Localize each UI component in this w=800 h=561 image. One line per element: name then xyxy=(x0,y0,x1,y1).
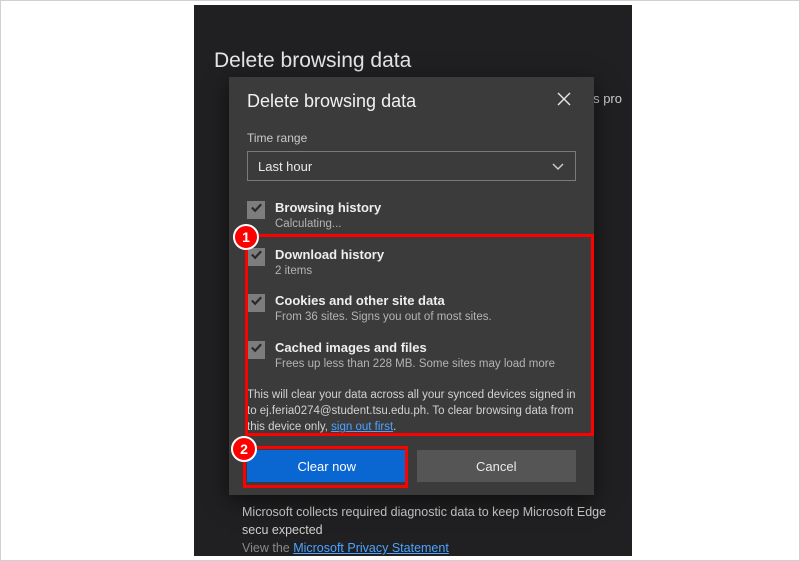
option-title: Cookies and other site data xyxy=(275,293,492,308)
check-icon xyxy=(250,341,263,359)
close-button[interactable] xyxy=(552,89,576,113)
screenshot-frame: Delete browsing data m this pro Microsof… xyxy=(0,0,800,561)
option-desc: Frees up less than 228 MB. Some sites ma… xyxy=(275,357,555,373)
close-icon xyxy=(557,92,571,111)
dialog-title: Delete browsing data xyxy=(247,91,552,112)
checkbox-download-history[interactable] xyxy=(247,248,265,266)
privacy-statement-link[interactable]: Microsoft Privacy Statement xyxy=(293,541,449,555)
option-desc: 2 items xyxy=(275,264,384,280)
time-range-label: Time range xyxy=(247,131,576,145)
option-desc: From 36 sites. Signs you out of most sit… xyxy=(275,310,492,326)
option-cookies: Cookies and other site data From 36 site… xyxy=(247,286,576,333)
sync-warning-prefix: This will clear your data across all you… xyxy=(247,389,576,433)
option-browsing-history: Browsing history Calculating... xyxy=(247,193,576,240)
clear-now-button[interactable]: Clear now xyxy=(247,450,407,482)
sync-warning: This will clear your data across all you… xyxy=(247,387,576,435)
option-title: Download history xyxy=(275,247,384,262)
option-text: Cookies and other site data From 36 site… xyxy=(275,293,492,326)
diagnostic-text: Microsoft collects required diagnostic d… xyxy=(242,504,622,539)
delete-browsing-data-dialog: Delete browsing data Time range Last hou… xyxy=(229,77,594,495)
check-icon xyxy=(250,248,263,266)
cancel-button[interactable]: Cancel xyxy=(417,450,577,482)
option-text: Cached images and files Frees up less th… xyxy=(275,340,555,373)
time-range-value: Last hour xyxy=(258,159,312,174)
checkbox-browsing-history[interactable] xyxy=(247,201,265,219)
option-download-history: Download history 2 items xyxy=(247,240,576,287)
option-text: Browsing history Calculating... xyxy=(275,200,381,233)
data-type-list: Browsing history Calculating... Download… xyxy=(247,193,576,379)
chevron-down-icon xyxy=(551,159,565,173)
option-desc: Calculating... xyxy=(275,217,381,233)
privacy-statement-line: View the Microsoft Privacy Statement xyxy=(242,541,449,555)
time-range-select[interactable]: Last hour xyxy=(247,151,576,181)
privacy-prefix: View the xyxy=(242,541,293,555)
option-text: Download history 2 items xyxy=(275,247,384,280)
option-title: Browsing history xyxy=(275,200,381,215)
check-icon xyxy=(250,294,263,312)
sync-warning-suffix: . xyxy=(393,421,396,433)
sign-out-first-link[interactable]: sign out first xyxy=(331,421,393,433)
check-icon xyxy=(250,201,263,219)
page-title: Delete browsing data xyxy=(214,49,411,73)
option-cached: Cached images and files Frees up less th… xyxy=(247,333,576,380)
checkbox-cached[interactable] xyxy=(247,341,265,359)
checkbox-cookies[interactable] xyxy=(247,294,265,312)
option-title: Cached images and files xyxy=(275,340,555,355)
dialog-button-row: Clear now Cancel xyxy=(247,450,576,482)
dialog-header: Delete browsing data xyxy=(247,91,576,113)
edge-settings-app: Delete browsing data m this pro Microsof… xyxy=(194,5,632,556)
